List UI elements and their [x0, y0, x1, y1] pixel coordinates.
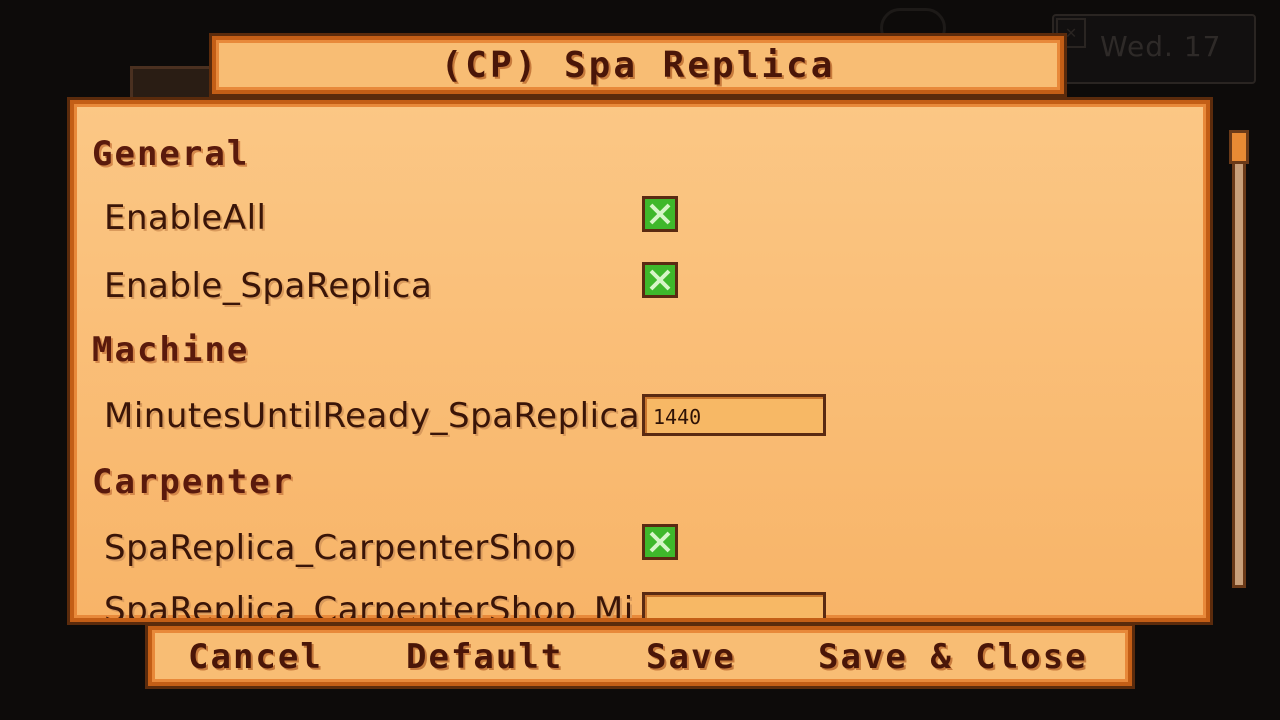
- carpenter-shop-partial-input[interactable]: [642, 592, 826, 618]
- background-date: Wed. 17: [1100, 30, 1222, 63]
- checkmark-x-icon: [649, 269, 671, 291]
- checkmark-x-icon: [649, 531, 671, 553]
- scrollbar-thumb[interactable]: [1229, 130, 1249, 164]
- default-button[interactable]: Default: [406, 634, 563, 680]
- checkbox-carpenter-shop[interactable]: [642, 524, 678, 560]
- checkmark-x-icon: [649, 203, 671, 225]
- scrollbar-track[interactable]: [1232, 130, 1246, 588]
- section-header-carpenter: Carpenter: [92, 462, 295, 502]
- option-label-carpenter-shop-partial: SpaReplica_CarpenterShop_Mi: [104, 590, 634, 622]
- checkbox-enable-spareplica[interactable]: [642, 262, 678, 298]
- title-banner: (CP) Spa Replica: [212, 36, 1064, 94]
- option-label-carpenter-shop: SpaReplica_CarpenterShop: [104, 528, 577, 568]
- page-title: (CP) Spa Replica: [440, 44, 836, 86]
- options-panel: General EnableAll Enable_SpaReplica Mach…: [70, 100, 1210, 622]
- cancel-button[interactable]: Cancel: [188, 634, 323, 680]
- option-label-enable-spareplica: Enable_SpaReplica: [104, 266, 433, 306]
- option-label-enableall: EnableAll: [104, 198, 267, 238]
- minutes-until-ready-input[interactable]: 1440: [642, 394, 826, 436]
- section-header-general: General: [92, 134, 250, 174]
- button-bar: Cancel Default Save Save & Close: [148, 626, 1132, 686]
- checkbox-enableall[interactable]: [642, 196, 678, 232]
- option-label-minutes-until-ready: MinutesUntilReady_SpaReplica: [104, 396, 641, 436]
- save-button[interactable]: Save: [646, 634, 736, 680]
- section-header-machine: Machine: [92, 330, 250, 370]
- save-and-close-button[interactable]: Save & Close: [818, 634, 1088, 680]
